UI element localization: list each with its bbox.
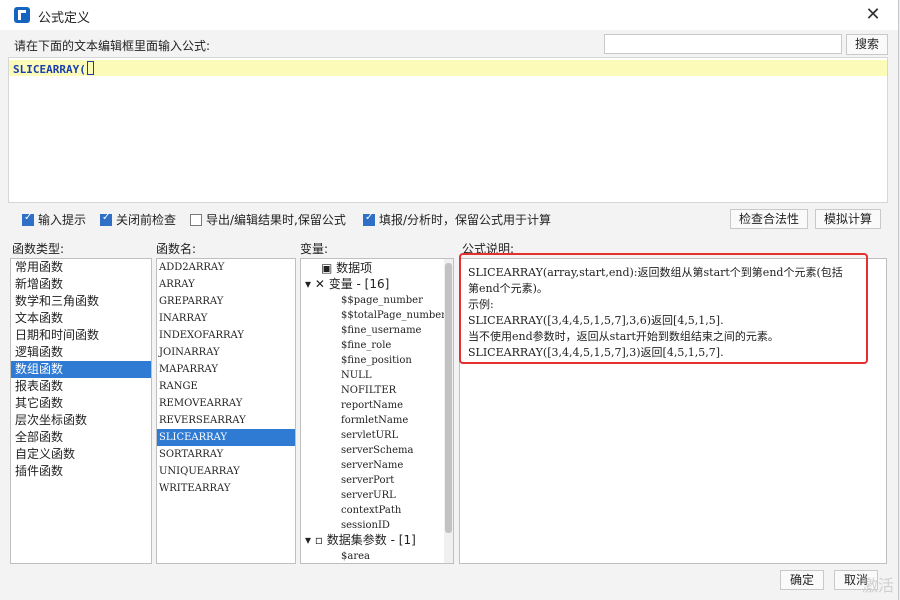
search-input[interactable] xyxy=(604,34,842,54)
variable-item[interactable]: servletURL xyxy=(341,428,398,443)
variable-item[interactable]: $$totalPage_number xyxy=(341,308,446,323)
chevron-down-icon[interactable]: ▾ xyxy=(305,533,315,547)
category-item[interactable]: 新增函数 xyxy=(11,276,151,293)
formula-dialog: 公式定义 ✕ 请在下面的文本编辑框里面输入公式: 搜索 SLICEARRAY( … xyxy=(0,0,899,600)
function-item[interactable]: REVERSEARRAY xyxy=(157,412,295,429)
simulate-button[interactable]: 模拟计算 xyxy=(815,209,881,229)
function-item[interactable]: JOINARRAY xyxy=(157,344,295,361)
function-item[interactable]: INARRAY xyxy=(157,310,295,327)
category-item[interactable]: 文本函数 xyxy=(11,310,151,327)
category-item[interactable]: 报表函数 xyxy=(11,378,151,395)
function-item[interactable]: MAPARRAY xyxy=(157,361,295,378)
tree-node-label: 数据集参数 - [1] xyxy=(326,533,416,547)
category-item[interactable]: 数学和三角函数 xyxy=(11,293,151,310)
formula-editor[interactable]: SLICEARRAY( xyxy=(8,57,888,203)
table-icon: ▣ xyxy=(321,261,337,275)
category-list[interactable]: 常用函数 新增函数 数学和三角函数 文本函数 日期和时间函数 逻辑函数 数组函数… xyxy=(10,258,152,564)
activation-watermark: 激活 xyxy=(861,576,894,595)
tree-node-label: 数据项 xyxy=(336,261,373,275)
check-validity-button[interactable]: 检查合法性 xyxy=(730,209,808,229)
checkbox-keep-formula-export[interactable] xyxy=(190,213,202,226)
search-button[interactable]: 搜索 xyxy=(846,34,888,55)
function-label: 函数名: xyxy=(156,242,197,256)
checkbox-input-hint[interactable] xyxy=(22,212,34,226)
variable-item[interactable]: contextPath xyxy=(341,503,401,518)
dialog-title: 公式定义 xyxy=(38,11,91,26)
variable-item[interactable]: NOFILTER xyxy=(341,383,396,398)
dataset-param-item[interactable]: $area xyxy=(341,549,370,563)
function-item[interactable]: INDEXOFARRAY xyxy=(157,327,295,344)
function-item[interactable]: ARRAY xyxy=(157,276,295,293)
category-item[interactable]: 自定义函数 xyxy=(11,446,151,463)
option-input-hint[interactable]: 输入提示 xyxy=(22,211,86,228)
tree-node-dataset-params[interactable]: ▾ ▫ 数据集参数 - [1] xyxy=(305,533,416,548)
variable-item[interactable]: reportName xyxy=(341,398,403,413)
chevron-down-icon[interactable]: ▾ xyxy=(305,277,315,291)
function-item-selected[interactable]: SLICEARRAY xyxy=(157,429,295,446)
option-check-before-close[interactable]: 关闭前检查 xyxy=(100,211,176,228)
category-item[interactable]: 日期和时间函数 xyxy=(11,327,151,344)
variable-item[interactable]: NULL xyxy=(341,368,371,383)
function-list[interactable]: ADD2ARRAY ARRAY GREPARRAY INARRAY INDEXO… xyxy=(156,258,296,564)
option-label: 输入提示 xyxy=(38,213,87,227)
option-label: 关闭前检查 xyxy=(116,213,177,227)
variable-item[interactable]: sessionID xyxy=(341,518,390,533)
variable-item[interactable]: serverURL xyxy=(341,488,396,503)
dataset-param-icon: ▫ xyxy=(314,533,327,547)
category-label: 函数类型: xyxy=(12,242,65,256)
function-item[interactable]: ADD2ARRAY xyxy=(157,259,295,276)
function-item[interactable]: RANGE xyxy=(157,378,295,395)
function-item[interactable]: WRITEARRAY xyxy=(157,480,295,497)
checkbox-check-before-close[interactable] xyxy=(100,212,112,226)
title-bar: 公式定义 ✕ xyxy=(0,0,898,30)
current-line-highlight xyxy=(9,60,887,76)
category-item-selected[interactable]: 数组函数 xyxy=(11,361,151,378)
variable-item[interactable]: $fine_position xyxy=(341,353,412,368)
tree-node-data-item[interactable]: ▣ 数据项 xyxy=(321,261,372,276)
formula-content: SLICEARRAY( xyxy=(13,63,86,76)
app-logo-icon xyxy=(14,7,30,23)
function-item[interactable]: SORTARRAY xyxy=(157,446,295,463)
variable-icon: ✕ xyxy=(314,277,329,291)
option-keep-formula-fill[interactable]: 填报/分析时，保留公式用于计算 xyxy=(363,211,551,228)
tree-node-label: 变量 - [16] xyxy=(328,277,390,291)
close-icon[interactable]: ✕ xyxy=(862,4,884,26)
option-keep-formula-export[interactable]: 导出/编辑结果时,保留公式 xyxy=(190,211,346,228)
category-item[interactable]: 常用函数 xyxy=(11,259,151,276)
function-item[interactable]: UNIQUEARRAY xyxy=(157,463,295,480)
annotation-highlight-box xyxy=(459,253,868,364)
category-item[interactable]: 逻辑函数 xyxy=(11,344,151,361)
variable-item[interactable]: $fine_role xyxy=(341,338,391,353)
variable-item[interactable]: serverPort xyxy=(341,473,394,488)
scrollbar-thumb[interactable] xyxy=(445,263,452,533)
tree-node-variables[interactable]: ▾ ✕ 变量 - [16] xyxy=(305,277,389,292)
text-cursor xyxy=(86,61,94,75)
checkbox-keep-formula-fill[interactable] xyxy=(363,212,375,226)
category-item[interactable]: 层次坐标函数 xyxy=(11,412,151,429)
option-label: 填报/分析时，保留公式用于计算 xyxy=(379,213,552,227)
ok-button[interactable]: 确定 xyxy=(780,570,824,590)
variable-tree[interactable]: ▣ 数据项 ▾ ✕ 变量 - [16] $$page_number $$tota… xyxy=(300,258,454,564)
variable-label: 变量: xyxy=(300,242,329,256)
function-item[interactable]: REMOVEARRAY xyxy=(157,395,295,412)
formula-text: SLICEARRAY( xyxy=(13,61,94,76)
variable-item[interactable]: serverSchema xyxy=(341,443,413,458)
variable-item[interactable]: formletName xyxy=(341,413,408,428)
option-label: 导出/编辑结果时,保留公式 xyxy=(206,213,346,227)
function-item[interactable]: GREPARRAY xyxy=(157,293,295,310)
variable-item[interactable]: serverName xyxy=(341,458,403,473)
category-item[interactable]: 插件函数 xyxy=(11,463,151,480)
editor-prompt-label: 请在下面的文本编辑框里面输入公式: xyxy=(14,39,211,53)
variable-scrollbar[interactable] xyxy=(444,259,453,563)
variable-item[interactable]: $fine_username xyxy=(341,323,421,338)
category-item[interactable]: 全部函数 xyxy=(11,429,151,446)
category-item[interactable]: 其它函数 xyxy=(11,395,151,412)
variable-item[interactable]: $$page_number xyxy=(341,293,423,308)
